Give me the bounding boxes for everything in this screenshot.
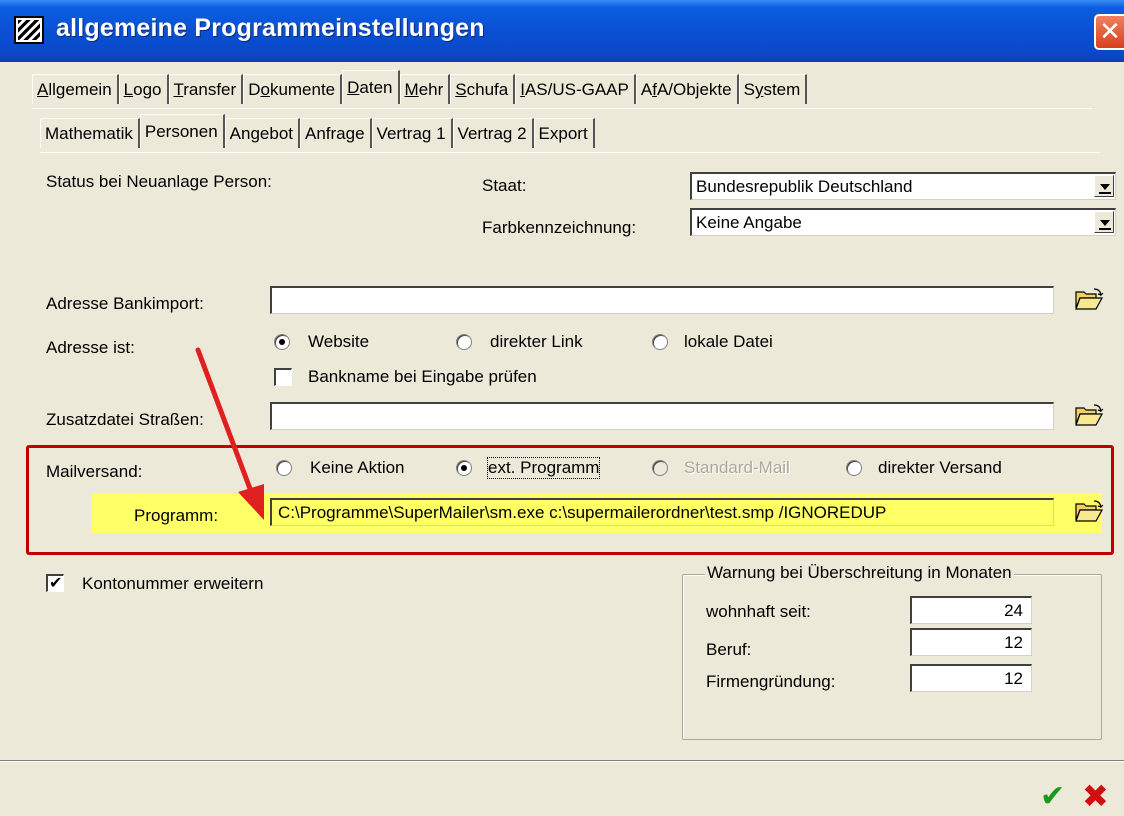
tab-ias-us-gaap[interactable]: IAS/US-GAAP xyxy=(515,74,636,104)
tab-afa-objekte[interactable]: AfA/Objekte xyxy=(635,74,739,104)
bankimport-input[interactable] xyxy=(270,286,1054,314)
firmengruendung-label: Firmengründung: xyxy=(706,672,836,691)
farbkennzeichnung-select[interactable]: Keine Angabe xyxy=(690,208,1116,236)
radio-direkter-versand[interactable] xyxy=(846,460,862,476)
staat-select[interactable]: Bundesrepublik Deutschland xyxy=(690,172,1116,200)
staat-value: Bundesrepublik Deutschland xyxy=(696,177,913,196)
programm-input[interactable]: C:\Programme\SuperMailer\sm.exe c:\super… xyxy=(270,498,1054,526)
warnung-legend: Warnung bei Überschreitung in Monaten xyxy=(705,563,1014,583)
title-bar: allgemeine Programmeinstellungen ✕ xyxy=(0,0,1124,62)
tab-transfer[interactable]: Transfer xyxy=(168,74,244,104)
tab-vertrag-1[interactable]: Vertrag 1 xyxy=(371,118,453,148)
app-icon xyxy=(14,16,44,44)
staat-label: Staat: xyxy=(482,176,527,195)
bankname-checkbox-label: Bankname bei Eingabe prüfen xyxy=(308,367,537,386)
tab-system[interactable]: System xyxy=(738,74,808,104)
radio-ext-programm-label: ext. Programm xyxy=(486,457,601,479)
radio-direkter-link-label: direkter Link xyxy=(490,332,583,351)
main-tab-strip: Allgemein Logo Transfer Dokumente Daten … xyxy=(32,70,808,104)
footer-separator xyxy=(0,760,1124,762)
radio-standard-mail xyxy=(652,460,668,476)
open-folder-icon[interactable] xyxy=(1074,287,1104,311)
tab-mehr[interactable]: Mehr xyxy=(399,74,451,104)
wohnhaft-input[interactable]: 24 xyxy=(910,596,1032,624)
radio-standard-mail-label: Standard-Mail xyxy=(684,458,790,477)
tab-mathematik[interactable]: Mathematik xyxy=(40,118,140,148)
radio-lokale-datei-label: lokale Datei xyxy=(684,332,773,351)
tab-schufa[interactable]: Schufa xyxy=(450,74,516,104)
beruf-input[interactable]: 12 xyxy=(910,628,1032,656)
wohnhaft-label: wohnhaft seit: xyxy=(706,602,811,621)
mailversand-label: Mailversand: xyxy=(46,462,143,481)
tab-angebot[interactable]: Angebot xyxy=(224,118,300,148)
tab-vertrag-2[interactable]: Vertrag 2 xyxy=(452,118,534,148)
radio-direkter-versand-label: direkter Versand xyxy=(878,458,1002,477)
tab-dokumente[interactable]: Dokumente xyxy=(243,74,343,104)
zusatzdatei-label: Zusatzdatei Straßen: xyxy=(46,410,204,429)
firmengruendung-input[interactable]: 12 xyxy=(910,664,1032,692)
chevron-down-icon[interactable] xyxy=(1094,175,1114,197)
kontonummer-checkbox-label: Kontonummer erweitern xyxy=(82,574,264,593)
zusatzdatei-input[interactable] xyxy=(270,402,1054,430)
radio-direkter-link[interactable] xyxy=(456,334,472,350)
open-folder-icon[interactable] xyxy=(1074,403,1104,427)
tab-allgemein[interactable]: Allgemein xyxy=(32,74,119,104)
bankimport-label: Adresse Bankimport: xyxy=(46,294,204,313)
cancel-x-icon[interactable]: ✖ xyxy=(1082,780,1109,812)
radio-ext-programm[interactable] xyxy=(456,460,472,476)
radio-keine-aktion[interactable] xyxy=(276,460,292,476)
sub-tab-strip: Mathematik Personen Angebot Anfrage Vert… xyxy=(40,114,595,148)
tab-export[interactable]: Export xyxy=(533,118,595,148)
farbkennzeichnung-label: Farbkennzeichnung: xyxy=(482,218,637,237)
radio-website[interactable] xyxy=(274,334,290,350)
tab-personen[interactable]: Personen xyxy=(139,114,225,148)
radio-website-label: Website xyxy=(308,332,370,351)
open-folder-icon[interactable] xyxy=(1074,499,1104,523)
tab-daten[interactable]: Daten xyxy=(342,70,400,104)
bankname-checkbox[interactable] xyxy=(274,368,292,386)
ok-check-icon[interactable]: ✔ xyxy=(1040,782,1065,812)
farbkennzeichnung-value: Keine Angabe xyxy=(696,213,802,232)
adresse-ist-label: Adresse ist: xyxy=(46,338,135,357)
chevron-down-icon[interactable] xyxy=(1094,211,1114,233)
radio-lokale-datei[interactable] xyxy=(652,334,668,350)
window-title: allgemeine Programmeinstellungen xyxy=(56,14,485,42)
radio-keine-aktion-label: Keine Aktion xyxy=(310,458,405,477)
kontonummer-checkbox[interactable] xyxy=(46,573,64,593)
close-button[interactable]: ✕ xyxy=(1094,14,1124,50)
tab-logo[interactable]: Logo xyxy=(118,74,169,104)
status-label: Status bei Neuanlage Person: xyxy=(46,172,272,191)
tab-anfrage[interactable]: Anfrage xyxy=(300,118,372,148)
programm-label: Programm: xyxy=(134,506,219,525)
beruf-label: Beruf: xyxy=(706,640,752,659)
